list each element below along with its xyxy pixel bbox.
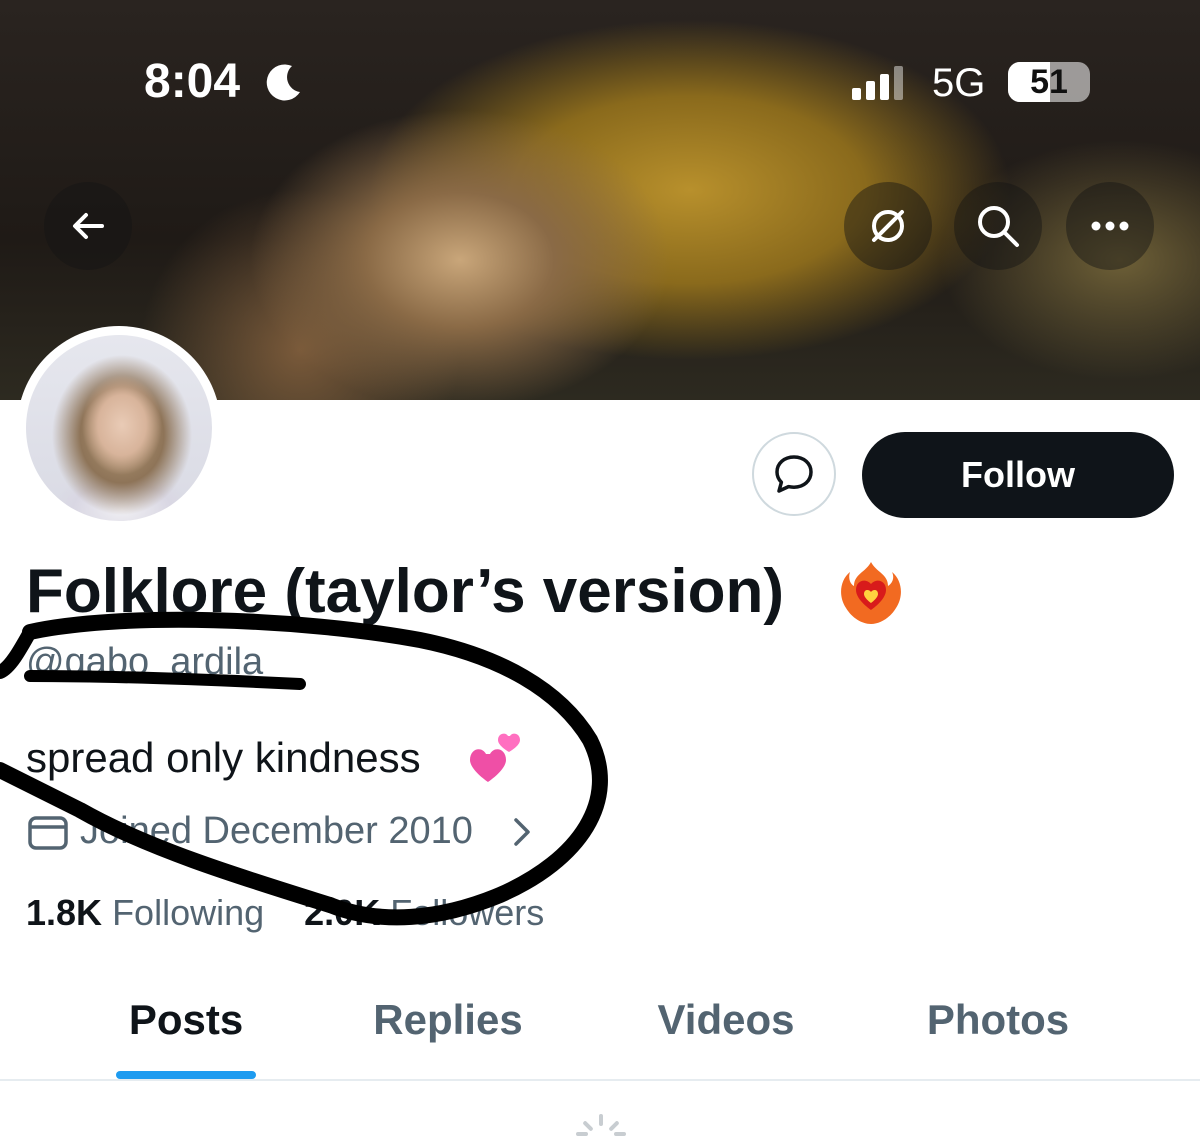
eye-slash-icon [872, 210, 904, 242]
heart-on-fire-icon [841, 562, 901, 624]
status-time: 8:04 [144, 55, 241, 108]
followers-label: Followers [390, 892, 545, 933]
username-handle: @gabo_ardila [26, 641, 264, 683]
tab-videos[interactable]: Videos [626, 980, 826, 1080]
chat-bubble-icon [775, 455, 813, 493]
profile-tabs: Posts Replies Videos Photos [0, 980, 1200, 1080]
active-tab-indicator [116, 1071, 256, 1079]
search-button[interactable] [954, 182, 1042, 270]
more-button[interactable] [1066, 182, 1154, 270]
avatar[interactable] [17, 326, 221, 530]
follow-stats: 1.8K Following 2.0K Followers [26, 890, 544, 936]
arrow-left-icon [73, 213, 104, 239]
following-link[interactable]: 1.8K Following [26, 892, 264, 933]
following-label: Following [112, 892, 265, 933]
followers-link[interactable]: 2.0K Followers [304, 892, 544, 933]
battery-percent: 51 [1030, 63, 1068, 101]
followers-count: 2.0K [304, 892, 381, 933]
tab-photos[interactable]: Photos [898, 980, 1098, 1080]
battery-indicator: 51 [1008, 62, 1090, 102]
following-count: 1.8K [26, 892, 103, 933]
avatar-image [26, 335, 212, 521]
back-button[interactable] [44, 182, 132, 270]
moon-icon [266, 64, 300, 101]
loading-spinner-icon [576, 1114, 626, 1136]
follow-button[interactable]: Follow [862, 432, 1174, 518]
network-label: 5G [932, 61, 986, 105]
hide-button[interactable] [844, 182, 932, 270]
search-icon [978, 206, 1019, 247]
tab-posts[interactable]: Posts [96, 980, 276, 1080]
signal-icon [852, 66, 903, 100]
tab-replies[interactable]: Replies [348, 980, 548, 1080]
two-hearts-icon [470, 733, 520, 782]
tabs-divider [0, 1079, 1200, 1081]
chevron-right-icon[interactable] [512, 816, 532, 848]
display-name: Folklore (taylor’s version) [26, 557, 784, 626]
joined-date[interactable]: Joined December 2010 [80, 808, 473, 854]
message-button[interactable] [752, 432, 836, 516]
calendar-icon [28, 816, 68, 850]
bio-text: spread only kindness [26, 734, 421, 781]
ellipsis-icon [1091, 221, 1129, 231]
